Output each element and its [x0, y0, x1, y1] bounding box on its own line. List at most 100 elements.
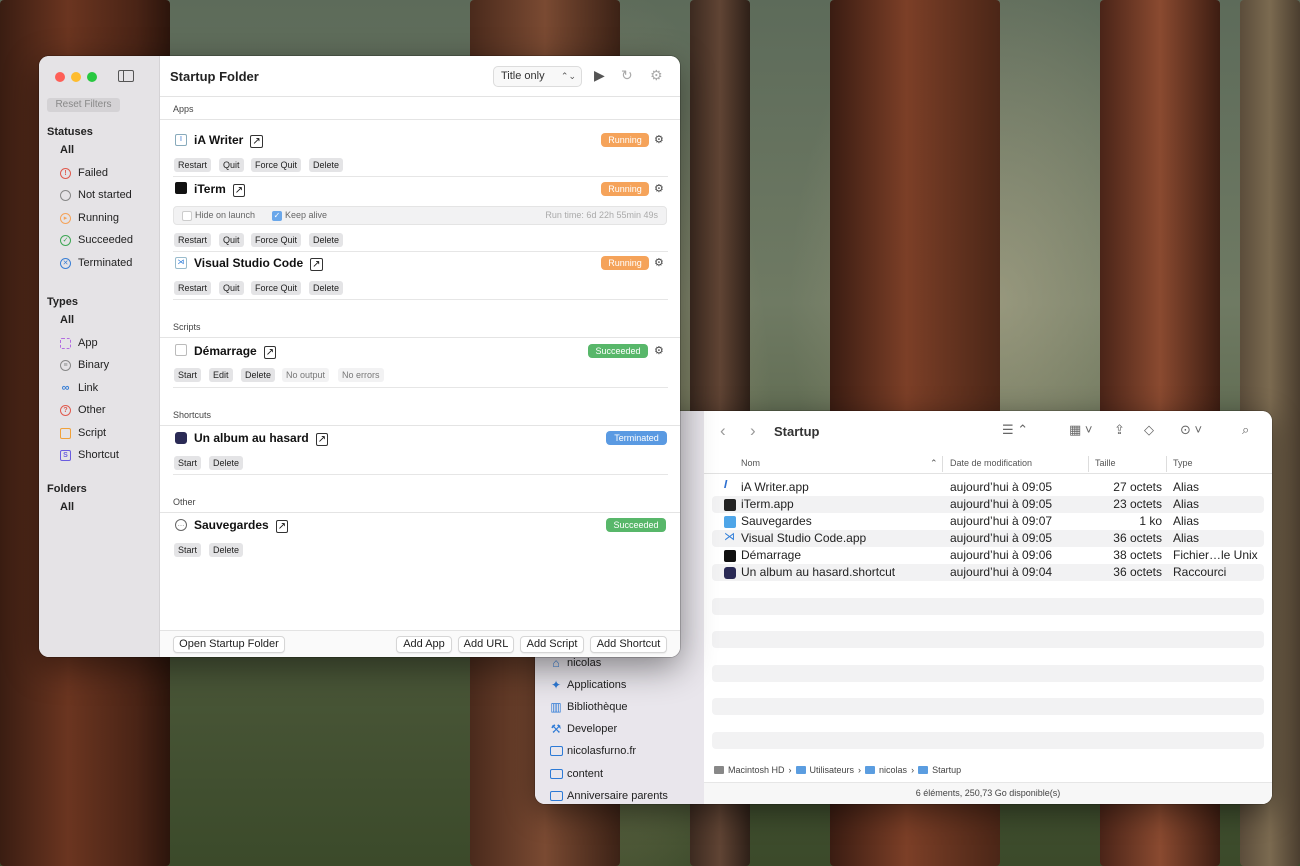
quit-button[interactable]: Quit [219, 158, 244, 172]
open-external-icon[interactable]: ↗ [315, 433, 329, 446]
finder-sidebar-item-applications[interactable]: ✦ Applications [549, 675, 626, 695]
add-script-button[interactable]: Add Script [520, 636, 584, 653]
type-filter-binary[interactable]: ≡ Binary [60, 357, 109, 373]
column-header-name[interactable]: Nom [741, 458, 760, 468]
minimize-window-button[interactable] [71, 72, 81, 82]
back-chevron-icon[interactable]: ‹ [720, 421, 726, 441]
quit-button[interactable]: Quit [219, 281, 244, 295]
chevron-up-down-icon: ⌃⌄ [560, 71, 576, 81]
forward-chevron-icon[interactable]: › [750, 421, 756, 441]
tag-icon[interactable]: ◇ [1144, 422, 1154, 438]
share-icon[interactable]: ⇪ [1114, 422, 1125, 438]
more-actions-icon[interactable]: ⊙ ˅ [1180, 422, 1202, 438]
start-button[interactable]: Start [174, 368, 202, 382]
restart-button[interactable]: Restart [174, 281, 212, 295]
settings-gear-icon[interactable]: ⚙ [650, 67, 663, 84]
open-external-icon[interactable]: ↗ [250, 135, 263, 148]
folder-icon [918, 766, 929, 774]
edit-button[interactable]: Edit [209, 368, 233, 382]
path-item[interactable]: Macintosh HD [728, 765, 785, 775]
sort-chevron-icon[interactable]: ⌃ [930, 458, 938, 469]
delete-button[interactable]: Delete [309, 158, 344, 172]
sidebar-toggle-icon[interactable] [118, 70, 134, 82]
add-url-button[interactable]: Add URL [458, 636, 514, 653]
type-filter-other[interactable]: ? Other [60, 402, 106, 418]
start-button[interactable]: Start [174, 456, 202, 470]
zoom-window-button[interactable] [87, 72, 97, 82]
type-filter-script[interactable]: Script [60, 425, 106, 441]
path-item[interactable]: Startup [932, 765, 961, 775]
restart-button[interactable]: Restart [174, 158, 212, 172]
filter-label: Terminated [78, 257, 133, 269]
quit-button[interactable]: Quit [219, 233, 244, 247]
restart-button[interactable]: Restart [174, 233, 212, 247]
file-row[interactable]: 𝑰 iA Writer.app aujourd’hui à 09:05 27 o… [712, 479, 1264, 496]
path-item[interactable]: nicolas [879, 765, 907, 775]
column-header-size[interactable]: Taille [1095, 458, 1116, 468]
delete-button[interactable]: Delete [241, 368, 276, 382]
item-settings-gear-icon[interactable]: ⚙ [654, 182, 664, 195]
type-filter-link[interactable]: ∞ Link [60, 380, 99, 396]
delete-button[interactable]: Delete [209, 456, 244, 470]
file-row[interactable]: ⋊ Visual Studio Code.app aujourd’hui à 0… [712, 530, 1264, 547]
refresh-icon[interactable]: ↻ [621, 67, 633, 84]
column-header-date[interactable]: Date de modification [950, 458, 1032, 468]
grid-view-icon[interactable]: ▦ ˅ [1069, 422, 1093, 438]
file-row[interactable]: Un album au hasard.shortcut aujourd’hui … [712, 564, 1264, 581]
file-size: 36 octets [1113, 565, 1162, 579]
finder-sidebar-label: Bibliothèque [567, 701, 628, 713]
file-row[interactable]: iTerm.app aujourd’hui à 09:05 23 octets … [712, 496, 1264, 513]
folder-filter-all[interactable]: All [60, 501, 74, 513]
delete-button[interactable]: Delete [309, 233, 344, 247]
status-filter-all[interactable]: All [60, 144, 74, 156]
file-row[interactable]: Démarrage aujourd’hui à 09:06 38 octets … [712, 547, 1264, 564]
hide-on-launch-checkbox[interactable] [182, 211, 192, 221]
open-external-icon[interactable]: ↗ [263, 346, 277, 359]
view-mode-select[interactable]: Title only ⌃⌄ [493, 66, 582, 87]
column-header-type[interactable]: Type [1173, 458, 1193, 468]
open-external-icon[interactable]: ↗ [310, 258, 323, 271]
add-shortcut-button[interactable]: Add Shortcut [590, 636, 667, 653]
item-settings-gear-icon[interactable]: ⚙ [654, 133, 664, 146]
reset-filters-button[interactable]: Reset Filters [47, 98, 120, 112]
type-filter-app[interactable]: App [60, 335, 98, 351]
open-startup-folder-button[interactable]: Open Startup Folder [173, 636, 285, 653]
folder-icon [549, 767, 563, 781]
type-filter-shortcut[interactable]: S Shortcut [60, 447, 119, 463]
force-quit-button[interactable]: Force Quit [251, 158, 302, 172]
play-icon[interactable]: ▶ [594, 67, 605, 84]
finder-sidebar-label: content [567, 768, 604, 780]
item-settings-gear-icon[interactable]: ⚙ [654, 256, 664, 269]
search-icon[interactable]: ⌕ [1242, 422, 1249, 438]
finder-sidebar-item-content[interactable]: content [549, 764, 603, 784]
open-external-icon[interactable]: ↗ [232, 184, 246, 197]
add-app-button[interactable]: Add App [396, 636, 452, 653]
other-icon: ? [60, 404, 71, 416]
finder-sidebar-item-nicolasfurno[interactable]: nicolasfurno.fr [549, 741, 636, 761]
force-quit-button[interactable]: Force Quit [251, 281, 302, 295]
type-filter-all[interactable]: All [60, 314, 74, 326]
finder-sidebar-item-library[interactable]: ▥ Bibliothèque [549, 697, 628, 717]
status-filter-succeeded[interactable]: ✓ Succeeded [60, 232, 133, 248]
status-filter-not-started[interactable]: Not started [60, 187, 132, 203]
list-view-icon[interactable]: ☰ ⌃ [1002, 422, 1028, 438]
file-row[interactable]: Sauvegardes aujourd’hui à 09:07 1 ko Ali… [712, 513, 1264, 530]
delete-button[interactable]: Delete [209, 543, 244, 557]
status-filter-failed[interactable]: ! Failed [60, 165, 108, 181]
force-quit-button[interactable]: Force Quit [251, 233, 302, 247]
types-heading: Types [47, 296, 78, 308]
item-settings-gear-icon[interactable]: ⚙ [654, 344, 664, 357]
status-filter-terminated[interactable]: ✕ Terminated [60, 255, 132, 271]
start-button[interactable]: Start [174, 543, 202, 557]
delete-button[interactable]: Delete [309, 281, 344, 295]
keep-alive-checkbox[interactable]: ✓ [272, 211, 282, 221]
close-window-button[interactable] [55, 72, 65, 82]
open-external-icon[interactable]: ↗ [275, 520, 289, 533]
errors-indicator[interactable]: No errors [338, 368, 384, 382]
filter-label: Succeeded [78, 234, 134, 246]
output-indicator[interactable]: No output [282, 368, 330, 382]
finder-sidebar-item-anniversaire[interactable]: Anniversaire parents [549, 786, 668, 804]
finder-sidebar-item-developer[interactable]: ⚒ Developer [549, 719, 618, 739]
path-item[interactable]: Utilisateurs [810, 765, 855, 775]
status-filter-running[interactable]: ▸ Running [60, 210, 119, 226]
